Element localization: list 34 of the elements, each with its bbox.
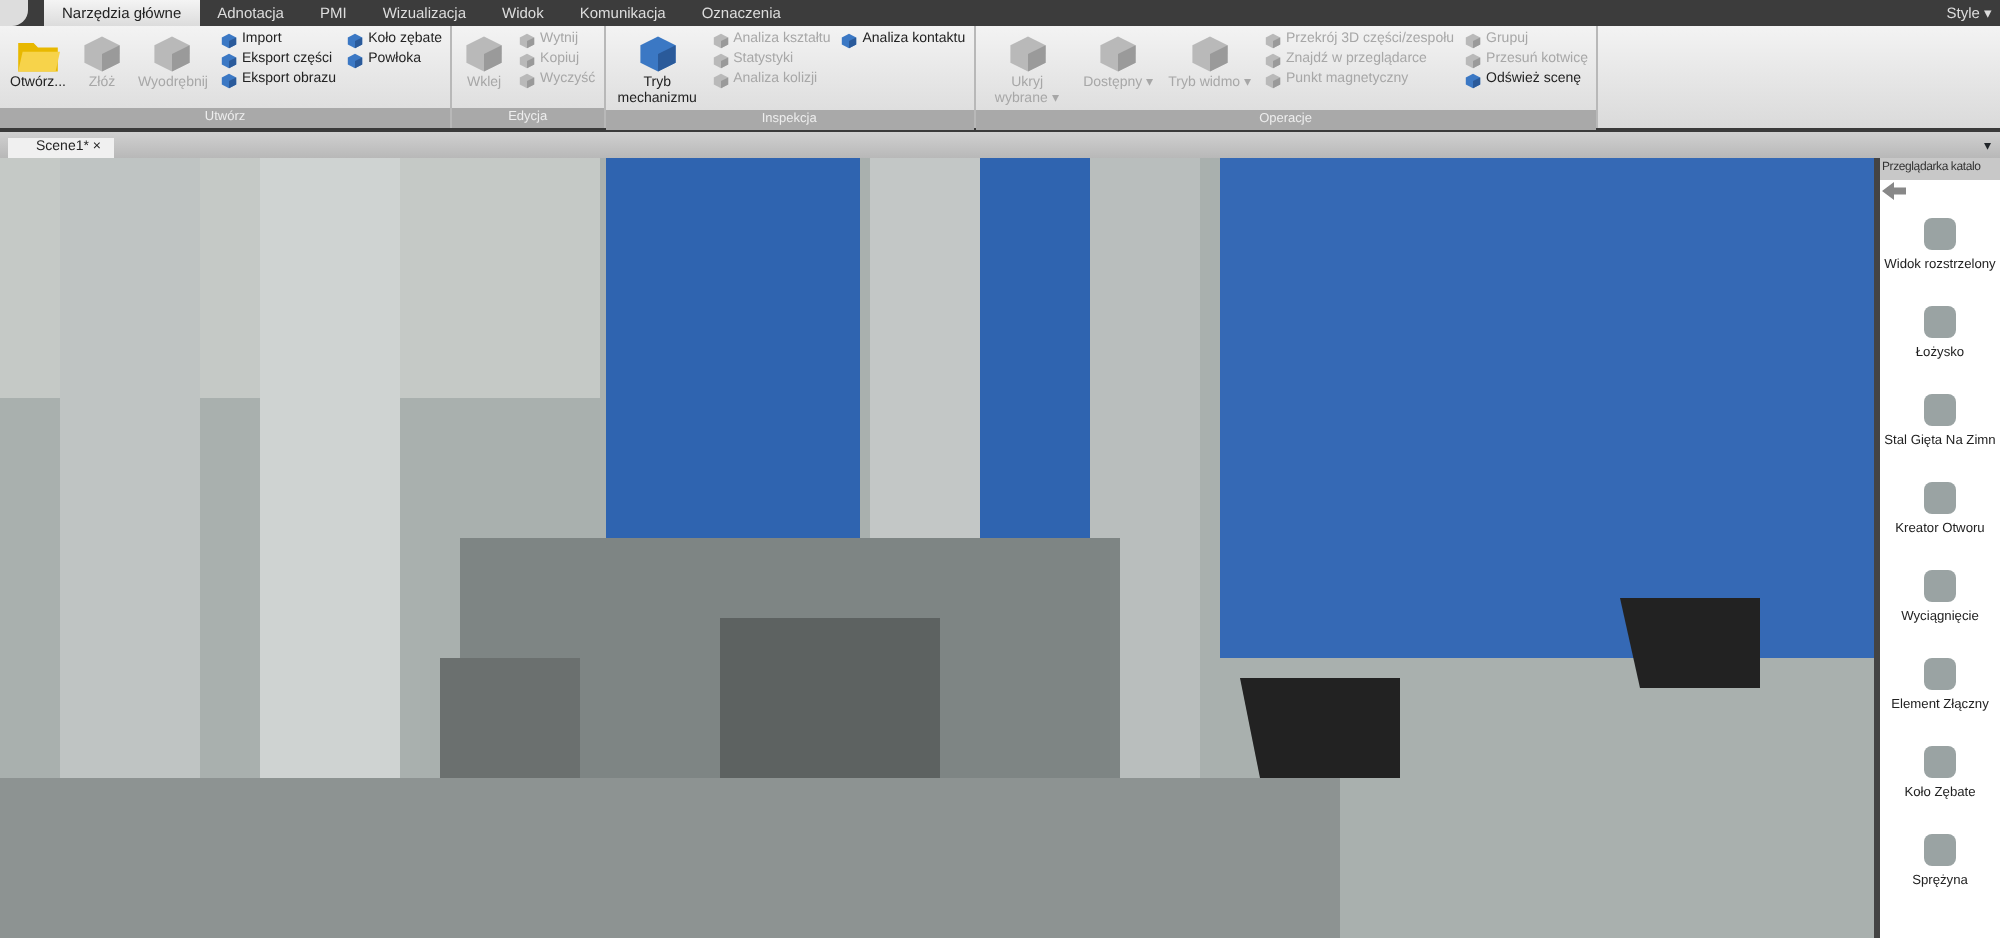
part-icon	[1924, 217, 1956, 250]
part-icon	[1924, 833, 1956, 866]
cube-icon	[150, 32, 195, 76]
cube-icon	[80, 32, 125, 76]
part-icon	[1924, 569, 1956, 602]
cube-icon	[518, 51, 537, 69]
part-icon	[1924, 393, 1956, 426]
cube-icon	[219, 51, 238, 69]
cube-icon	[635, 32, 680, 76]
cube-icon	[1096, 32, 1141, 76]
cube-icon	[1464, 71, 1483, 89]
part-icon	[1924, 305, 1956, 338]
cube-icon	[219, 31, 238, 49]
app-menu-button[interactable]	[0, 0, 28, 26]
cube-icon	[1264, 31, 1282, 49]
part-icon	[1924, 745, 1956, 778]
cube-icon	[346, 51, 365, 69]
cube-icon	[1464, 51, 1483, 69]
cube-icon	[711, 51, 730, 69]
cube-icon	[518, 31, 537, 49]
cube-icon	[219, 71, 238, 89]
cube-icon	[462, 32, 507, 76]
cube-icon	[1264, 51, 1282, 69]
cube-icon	[840, 31, 859, 49]
cube-icon	[518, 71, 537, 89]
part-icon	[1924, 657, 1956, 690]
cube-icon	[1005, 32, 1050, 76]
cube-icon	[1188, 32, 1233, 76]
cube-icon	[1464, 31, 1483, 49]
cube-icon	[711, 31, 730, 49]
cube-icon	[346, 31, 365, 49]
part-icon	[1924, 481, 1956, 514]
cube-icon	[711, 71, 730, 89]
cube-icon	[1264, 71, 1282, 89]
